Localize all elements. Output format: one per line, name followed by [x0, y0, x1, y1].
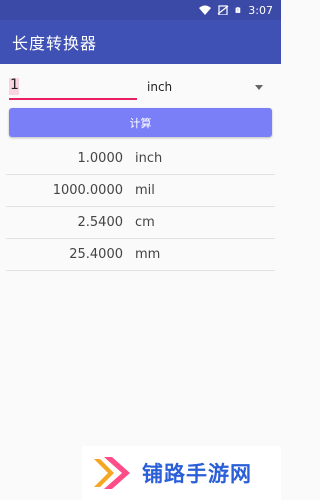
status-bar: ! 3:07 [0, 0, 281, 20]
result-row: 1000.0000 mil [6, 175, 275, 207]
calculate-button-label: 计算 [129, 116, 152, 130]
result-value: 1000.0000 [52, 183, 123, 198]
input-row: inch [0, 72, 281, 102]
watermark: 铺路手游网 [82, 446, 281, 500]
result-value: 1.0000 [77, 151, 124, 166]
status-time: 3:07 [248, 3, 273, 17]
watermark-text: 铺路手游网 [142, 462, 252, 486]
length-input[interactable] [9, 72, 137, 100]
result-unit: inch [135, 151, 163, 166]
unit-dropdown[interactable]: inch [147, 72, 273, 102]
result-value: 2.5400 [77, 215, 124, 230]
result-unit: cm [135, 215, 155, 230]
result-unit: mm [135, 247, 161, 262]
chevron-down-icon [255, 84, 263, 90]
results-list: 1.0000 inch 1000.0000 mil 2.5400 cm 25.4… [6, 143, 275, 271]
wifi-icon [199, 5, 212, 15]
result-row: 2.5400 cm [6, 207, 275, 239]
app-bar: 长度转换器 [0, 20, 281, 64]
page-title: 长度转换器 [12, 34, 98, 53]
result-value: 25.4000 [69, 247, 123, 262]
calculate-button[interactable]: 计算 [9, 108, 272, 137]
result-row: 1.0000 inch [6, 143, 275, 175]
result-row: 25.4000 mm [6, 239, 275, 271]
unit-dropdown-label: inch [147, 80, 173, 94]
battery-icon: ! [235, 7, 241, 13]
result-unit: mil [135, 183, 155, 198]
watermark-logo-icon [94, 457, 130, 489]
no-sim-icon [217, 5, 229, 15]
